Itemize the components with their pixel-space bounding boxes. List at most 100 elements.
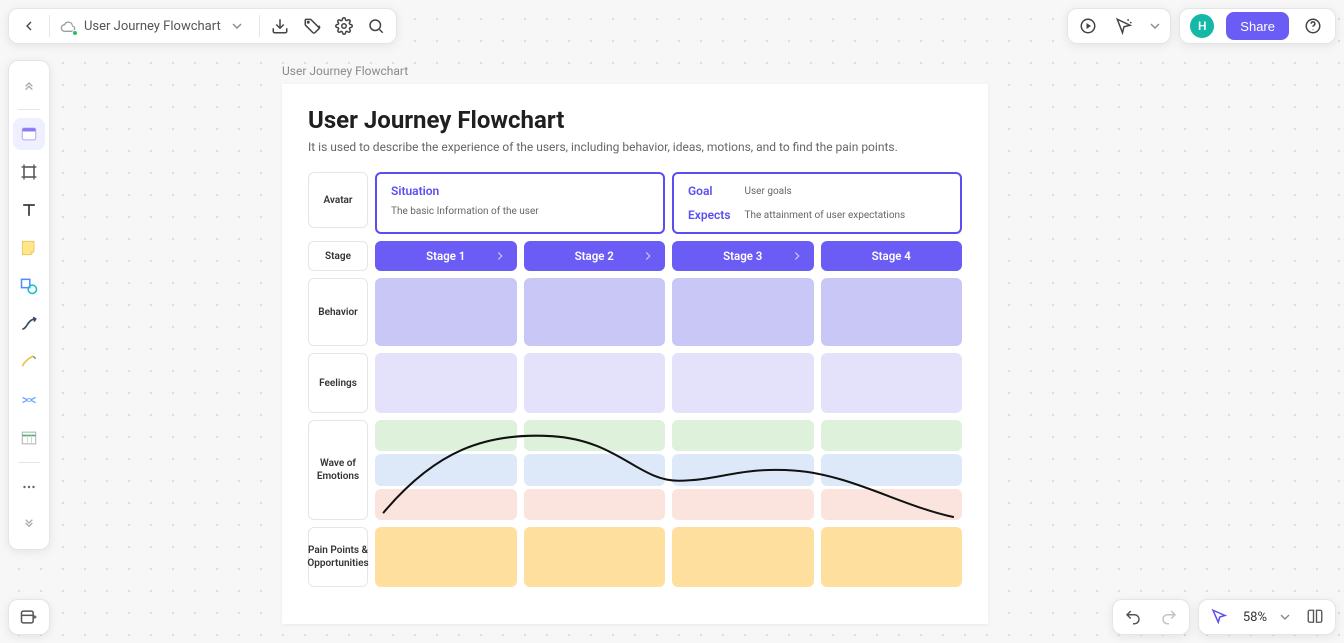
cloud-sync-icon	[60, 18, 76, 34]
download-button[interactable]	[264, 12, 296, 40]
canvas-frame[interactable]: User Journey Flowchart It is used to des…	[282, 84, 988, 624]
emotions-area[interactable]	[375, 420, 962, 520]
frame-label[interactable]: User Journey Flowchart	[282, 64, 408, 78]
row-label-emotions[interactable]: Wave of Emotions	[308, 420, 368, 520]
row-label-feelings[interactable]: Feelings	[308, 353, 368, 413]
zoom-level[interactable]: 58%	[1239, 610, 1271, 625]
chevron-double-down-icon	[21, 517, 37, 533]
chevron-right-icon	[641, 249, 655, 263]
zoom-menu[interactable]	[1275, 603, 1295, 631]
curve-icon	[19, 314, 39, 334]
more-horizontal-icon	[20, 478, 38, 496]
stage-3[interactable]: Stage 3	[672, 241, 814, 271]
bottom-right-controls: 58%	[1112, 599, 1336, 635]
insert-card-icon	[19, 607, 39, 627]
chevron-left-icon	[21, 18, 37, 34]
expects-desc: The attainment of user expectations	[745, 210, 946, 221]
behavior-cell[interactable]	[524, 278, 666, 346]
back-button[interactable]	[13, 12, 45, 40]
pain-cell[interactable]	[375, 527, 517, 587]
situation-title: Situation	[391, 184, 439, 198]
journey-grid: Avatar Situation The basic Information o…	[308, 172, 962, 587]
expand-rail-button[interactable]	[13, 509, 45, 541]
more-present-button[interactable]	[1144, 12, 1166, 40]
pen-tool[interactable]	[13, 346, 45, 378]
behavior-cell[interactable]	[672, 278, 814, 346]
cursor-icon	[1210, 608, 1228, 626]
behavior-cell[interactable]	[821, 278, 963, 346]
mindmap-icon	[19, 390, 39, 410]
search-button[interactable]	[360, 12, 392, 40]
stage-4[interactable]: Stage 4	[821, 241, 963, 271]
document-title-menu[interactable]: User Journey Flowchart	[54, 12, 255, 40]
presentation-group	[1067, 8, 1171, 44]
share-button[interactable]: Share	[1226, 12, 1289, 40]
share-group: H Share	[1179, 8, 1336, 44]
mindmap-tool[interactable]	[13, 384, 45, 416]
history-group	[1112, 599, 1190, 635]
settings-button[interactable]	[328, 12, 360, 40]
sticky-note-tool[interactable]	[13, 232, 45, 264]
pain-cell[interactable]	[672, 527, 814, 587]
goal-box[interactable]: Goal User goals Expects The attainment o…	[672, 172, 962, 234]
minimap-button[interactable]	[1299, 603, 1331, 631]
situation-box[interactable]: Situation The basic Information of the u…	[375, 172, 665, 234]
download-icon	[271, 17, 289, 35]
feelings-cell[interactable]	[375, 353, 517, 413]
row-label-pain[interactable]: Pain Points & Opportunities	[308, 527, 368, 587]
shapes-icon	[19, 276, 39, 296]
separator	[259, 15, 260, 37]
user-avatar[interactable]: H	[1190, 14, 1214, 38]
tag-icon	[303, 17, 321, 35]
help-button[interactable]	[1297, 12, 1329, 40]
top-left-toolbar: User Journey Flowchart	[8, 8, 397, 44]
select-tool[interactable]	[13, 118, 45, 150]
tool-rail	[8, 60, 50, 550]
table-tool[interactable]	[13, 422, 45, 454]
row-label-stage[interactable]: Stage	[308, 241, 368, 271]
behavior-cell[interactable]	[375, 278, 517, 346]
separator	[49, 15, 50, 37]
more-tools-button[interactable]	[13, 471, 45, 503]
shape-tool[interactable]	[13, 270, 45, 302]
play-circle-icon	[1079, 17, 1097, 35]
book-open-icon	[1306, 608, 1324, 626]
expects-title: Expects	[688, 208, 731, 222]
pointer-mode[interactable]	[1203, 603, 1235, 631]
tag-button[interactable]	[296, 12, 328, 40]
frame-icon	[19, 162, 39, 182]
feelings-cell[interactable]	[821, 353, 963, 413]
chevron-down-icon	[229, 18, 245, 34]
table-icon	[19, 428, 39, 448]
page-subtitle: It is used to describe the experience of…	[308, 140, 962, 154]
chevron-down-icon	[1277, 609, 1293, 625]
text-icon	[19, 200, 39, 220]
redo-button[interactable]	[1153, 603, 1185, 631]
feelings-cell[interactable]	[672, 353, 814, 413]
top-right-toolbar: H Share	[1067, 8, 1336, 44]
pain-cell[interactable]	[524, 527, 666, 587]
chevron-right-icon	[493, 249, 507, 263]
search-icon	[367, 17, 385, 35]
undo-button[interactable]	[1117, 603, 1149, 631]
connector-tool[interactable]	[13, 308, 45, 340]
present-button[interactable]	[1072, 12, 1104, 40]
confetti-button[interactable]	[1108, 12, 1140, 40]
row-label-avatar[interactable]: Avatar	[308, 172, 368, 228]
page-title: User Journey Flowchart	[308, 106, 962, 134]
stage-1[interactable]: Stage 1	[375, 241, 517, 271]
pain-cell[interactable]	[821, 527, 963, 587]
cursor-sparkle-icon	[1115, 17, 1133, 35]
text-tool[interactable]	[13, 194, 45, 226]
insert-panel-button[interactable]	[8, 599, 50, 635]
stage-2[interactable]: Stage 2	[524, 241, 666, 271]
frame-tool[interactable]	[13, 156, 45, 188]
collapse-rail-button[interactable]	[13, 69, 45, 101]
card-icon	[19, 124, 39, 144]
row-label-behavior[interactable]: Behavior	[308, 278, 368, 346]
goal-title: Goal	[688, 184, 731, 198]
sticky-note-icon	[19, 238, 39, 258]
view-group: 58%	[1198, 599, 1336, 635]
chevron-double-up-icon	[21, 77, 37, 93]
feelings-cell[interactable]	[524, 353, 666, 413]
